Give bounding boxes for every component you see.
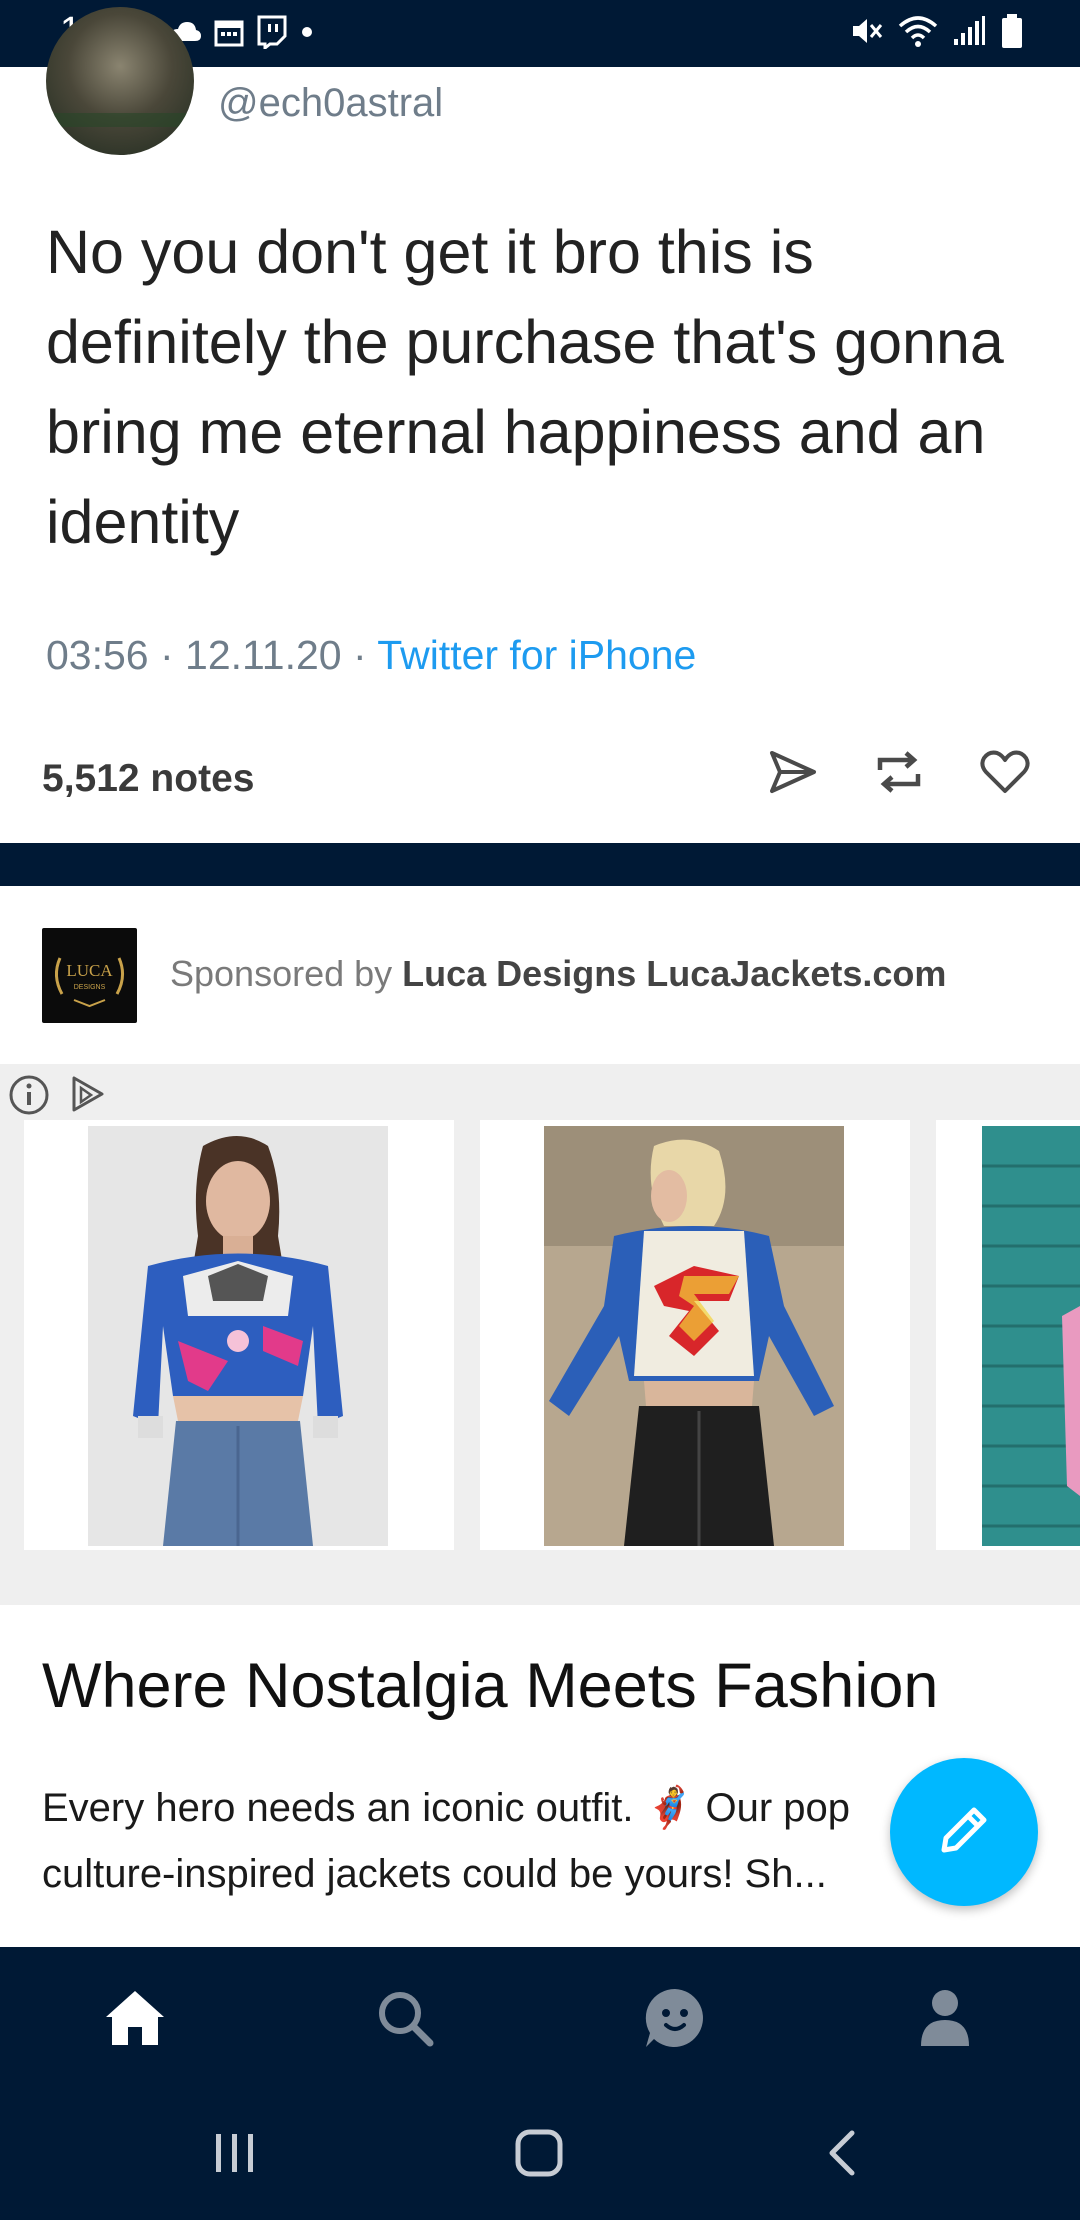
carousel-card[interactable] [480, 1120, 910, 1550]
carousel-card[interactable] [24, 1120, 454, 1550]
dot-icon [300, 25, 314, 44]
tweet-source: Twitter for iPhone [377, 632, 697, 678]
send-icon[interactable] [762, 741, 824, 803]
tweet-meta: 03:56 · 12.11.20 · Twitter for iPhone [46, 632, 696, 679]
wifi-icon [898, 14, 938, 53]
ad-headline[interactable]: Where Nostalgia Meets Fashion [42, 1650, 938, 1722]
post-footer: 5,512 notes [0, 715, 1080, 843]
home-icon [104, 1989, 166, 2052]
ad-info [8, 1074, 108, 1121]
notes-count[interactable]: 5,512 notes [42, 757, 254, 801]
logo-subtext: DESIGNS [74, 984, 106, 991]
activity-icon [644, 1987, 706, 2054]
post-actions [762, 741, 1036, 803]
calendar-icon [214, 17, 244, 52]
pencil-icon [932, 1798, 996, 1867]
recents-icon [212, 2132, 258, 2179]
status-icons-right [850, 12, 1024, 54]
nav-search[interactable] [370, 1985, 440, 2055]
sponsored-label: Sponsored by [170, 953, 403, 994]
nav-account[interactable] [910, 1985, 980, 2055]
avatar[interactable] [46, 7, 194, 155]
system-nav-bar [0, 2094, 1080, 2220]
signal-icon [952, 15, 986, 52]
tweet-handle: @ech0astral [218, 81, 444, 125]
nav-home[interactable] [100, 1985, 170, 2055]
home-square-icon [515, 2129, 563, 2182]
product-photo [544, 1126, 844, 1546]
sponsor-url[interactable]: LucaJackets.com [646, 953, 946, 994]
back-icon [826, 2130, 856, 2181]
bottom-nav [0, 1947, 1080, 2094]
sponsor-name[interactable]: Luca Designs [402, 953, 636, 994]
search-icon [376, 1989, 434, 2052]
compose-button[interactable] [890, 1758, 1038, 1906]
mute-icon [850, 14, 884, 53]
tweet-screenshot: @ech0astral No you don't get it bro this… [0, 7, 1080, 715]
twitch-icon [256, 15, 288, 54]
carousel-card[interactable] [936, 1120, 1080, 1550]
nav-activity[interactable] [640, 1985, 710, 2055]
reblog-icon[interactable] [868, 741, 930, 803]
sponsor-text: Sponsored by Luca Designs LucaJackets.co… [170, 953, 946, 995]
battery-icon [1000, 13, 1024, 54]
sponsored-header: LUCA DESIGNS Sponsored by Luca Designs L… [0, 886, 1080, 1064]
product-photo [982, 1126, 1080, 1546]
ad-carousel[interactable] [0, 1064, 1080, 1605]
tweet-timestamp: 03:56 · 12.11.20 · [46, 632, 378, 678]
home-button[interactable] [504, 2124, 574, 2186]
sponsor-logo[interactable]: LUCA DESIGNS [42, 928, 137, 1023]
recents-button[interactable] [200, 2124, 270, 2186]
ad-body[interactable]: Every hero needs an iconic outfit. 🦸 Our… [42, 1775, 902, 1907]
adchoices-icon[interactable] [68, 1074, 108, 1121]
like-icon[interactable] [974, 741, 1036, 803]
account-icon [919, 1988, 971, 2053]
tweet-text: No you don't get it bro this is definite… [46, 218, 1004, 556]
back-button[interactable] [806, 2124, 876, 2186]
product-photo [88, 1126, 388, 1546]
status-icons-left [170, 14, 314, 54]
post-divider [0, 843, 1080, 886]
info-icon[interactable] [8, 1074, 50, 1121]
logo-text: LUCA [66, 961, 113, 980]
